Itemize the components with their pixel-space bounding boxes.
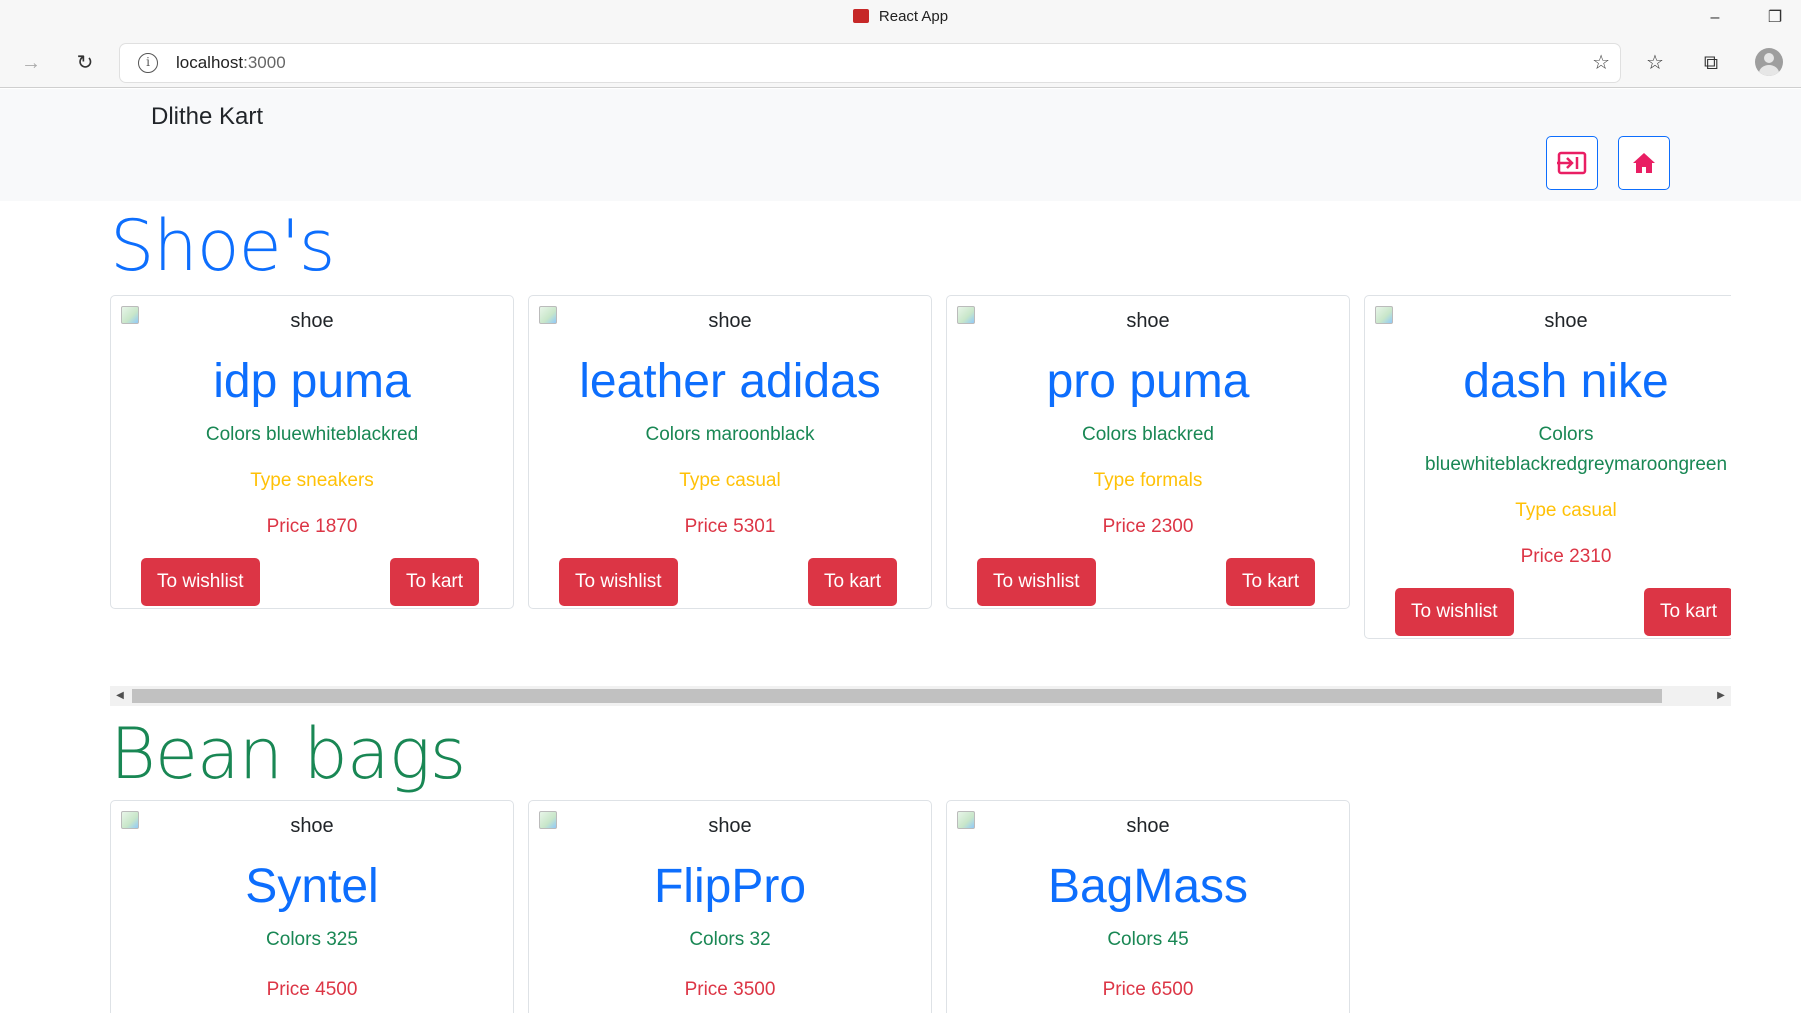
product-image: shoe xyxy=(529,296,931,344)
product-card: shoe dash nike Colors bluewhiteblackredg… xyxy=(1364,295,1731,639)
product-card: shoe pro puma Colors blackred Type forma… xyxy=(946,295,1350,609)
bean-bags-row: shoe Syntel Colors 325 Price 4500 shoe F… xyxy=(110,800,1731,1013)
product-image: shoe xyxy=(947,801,1349,849)
home-icon xyxy=(1633,153,1655,173)
page-content: Dlithe Kart Shoe's shoe idp puma Colors … xyxy=(0,89,1801,1013)
collections-icon[interactable]: ⧉ xyxy=(1696,48,1726,78)
product-colors: Colors maroonblack xyxy=(645,424,815,445)
shoes-row: shoe idp puma Colors bluewhiteblackred T… xyxy=(110,295,1731,685)
reload-icon[interactable]: ↻ xyxy=(70,48,100,78)
product-type: Type formals xyxy=(1093,470,1203,491)
product-card: shoe leather adidas Colors maroonblack T… xyxy=(528,295,932,609)
section-title-bean-bags: Bean bags xyxy=(110,713,466,795)
minimize-button[interactable]: – xyxy=(1700,6,1730,30)
product-card: shoe Syntel Colors 325 Price 4500 xyxy=(110,800,514,1013)
favicon-icon xyxy=(852,9,869,23)
product-name: pro puma xyxy=(1046,355,1250,408)
product-colors: Colors blackred xyxy=(1082,424,1214,445)
scrollbar-thumb[interactable] xyxy=(132,689,1662,703)
product-image: shoe xyxy=(1365,296,1731,344)
product-type: Type casual xyxy=(1515,500,1617,521)
card-actions: To wishlist To kart xyxy=(947,558,1349,608)
product-price: Price 6500 xyxy=(1102,979,1194,1000)
product-colors: Colors 45 xyxy=(1107,929,1189,950)
product-name: Syntel xyxy=(245,860,379,913)
product-price: Price 3500 xyxy=(684,979,776,1000)
add-to-wishlist-button[interactable]: To wishlist xyxy=(559,558,678,606)
add-to-kart-button[interactable]: To kart xyxy=(1226,558,1316,606)
product-price: Price 2310 xyxy=(1520,546,1612,567)
scroll-right-arrow-icon[interactable]: ▶ xyxy=(1711,686,1731,706)
product-name: idp puma xyxy=(213,355,411,408)
product-image: shoe xyxy=(529,801,931,849)
add-to-wishlist-button[interactable]: To wishlist xyxy=(1395,588,1514,636)
url-text[interactable]: localhost:3000 xyxy=(176,53,286,73)
add-to-wishlist-button[interactable]: To wishlist xyxy=(977,558,1096,606)
product-card: shoe idp puma Colors bluewhiteblackred T… xyxy=(110,295,514,609)
address-bar[interactable]: i localhost:3000 ☆ xyxy=(120,44,1620,82)
favorites-icon[interactable]: ☆ xyxy=(1640,48,1670,78)
add-to-wishlist-button[interactable]: To wishlist xyxy=(141,558,260,606)
broken-image-icon xyxy=(539,306,557,324)
home-button[interactable] xyxy=(1618,136,1670,190)
browser-toolbar: → ↻ i localhost:3000 ☆ ☆ ⧉ xyxy=(0,38,1801,88)
broken-image-icon xyxy=(957,811,975,829)
product-name: BagMass xyxy=(1047,860,1249,913)
horizontal-scrollbar[interactable]: ◀ ▶ xyxy=(110,686,1731,706)
product-image: shoe xyxy=(111,296,513,344)
broken-image-icon xyxy=(121,306,139,324)
product-colors: Colors bluewhiteblackredgreymaroongreen xyxy=(1425,424,1728,475)
forward-arrow-icon[interactable]: → xyxy=(16,48,46,78)
profile-avatar[interactable] xyxy=(1755,48,1783,76)
card-actions: To wishlist To kart xyxy=(111,558,513,608)
navbar: Dlithe Kart xyxy=(0,89,1801,201)
add-to-kart-button[interactable]: To kart xyxy=(808,558,898,606)
browser-titlebar: React App – ❐ xyxy=(0,0,1801,38)
broken-image-icon xyxy=(1375,306,1393,324)
product-colors: Colors 32 xyxy=(689,929,771,950)
product-card: shoe FlipPro Colors 32 Price 3500 xyxy=(528,800,932,1013)
product-colors: Colors bluewhiteblackred xyxy=(205,424,419,445)
product-price: Price 5301 xyxy=(684,516,776,537)
add-favorite-icon[interactable]: ☆ xyxy=(1592,50,1610,75)
product-type: Type casual xyxy=(679,470,781,491)
broken-image-icon xyxy=(539,811,557,829)
product-price: Price 1870 xyxy=(266,516,358,537)
product-name: dash nike xyxy=(1463,355,1669,408)
card-actions: To wishlist To kart xyxy=(529,558,931,608)
card-actions: To wishlist To kart xyxy=(1365,588,1731,638)
restore-button[interactable]: ❐ xyxy=(1760,6,1790,30)
login-icon xyxy=(1557,151,1587,175)
add-to-kart-button[interactable]: To kart xyxy=(390,558,480,606)
product-card: shoe BagMass Colors 45 Price 6500 xyxy=(946,800,1350,1013)
site-info-icon[interactable]: i xyxy=(138,53,158,73)
product-image: shoe xyxy=(111,801,513,849)
product-price: Price 2300 xyxy=(1102,516,1194,537)
product-colors: Colors 325 xyxy=(266,929,358,950)
add-to-kart-button[interactable]: To kart xyxy=(1644,588,1731,636)
login-button[interactable] xyxy=(1546,136,1598,190)
broken-image-icon xyxy=(121,811,139,829)
brand-title[interactable]: Dlithe Kart xyxy=(151,103,263,131)
scroll-left-arrow-icon[interactable]: ◀ xyxy=(110,686,130,706)
product-image: shoe xyxy=(947,296,1349,344)
tab-title: React App xyxy=(0,8,1801,25)
product-type: Type sneakers xyxy=(250,470,374,491)
product-name: leather adidas xyxy=(579,355,881,408)
product-price: Price 4500 xyxy=(266,979,358,1000)
broken-image-icon xyxy=(957,306,975,324)
section-title-shoes: Shoe's xyxy=(110,205,335,287)
product-name: FlipPro xyxy=(653,860,807,913)
